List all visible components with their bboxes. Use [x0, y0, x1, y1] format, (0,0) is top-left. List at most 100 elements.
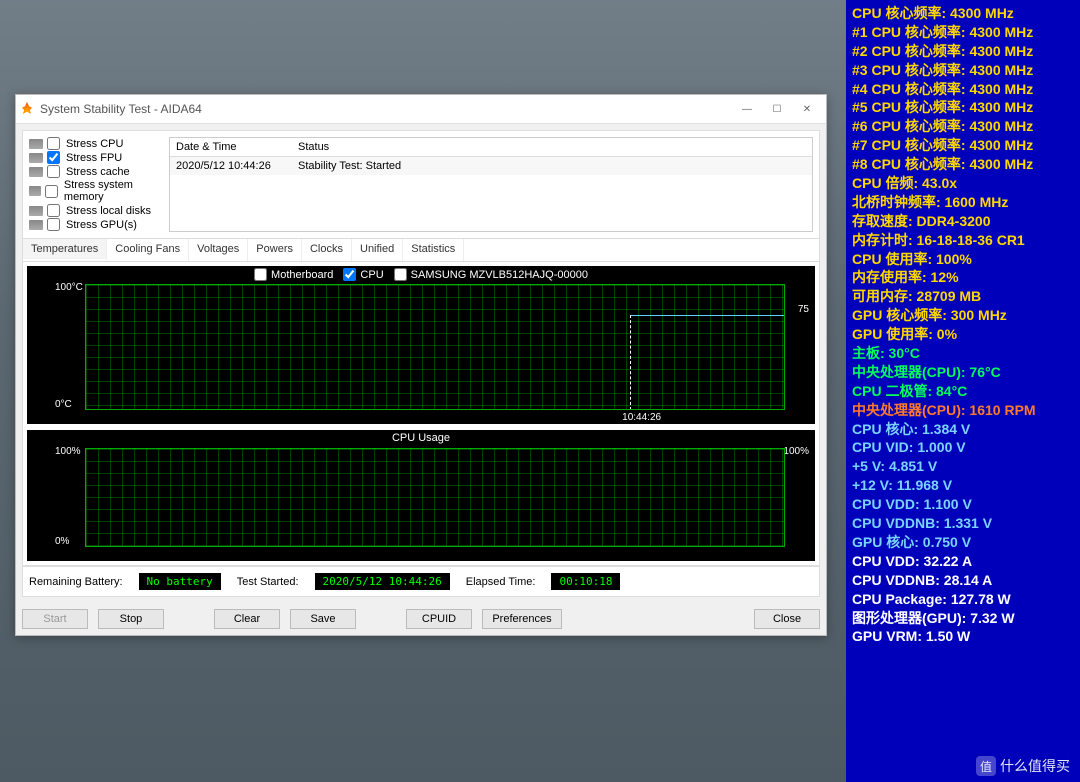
clear-button[interactable]: Clear	[214, 609, 280, 629]
stop-button[interactable]: Stop	[98, 609, 164, 629]
overlay-stat: CPU 二极管: 84°C	[852, 382, 1074, 401]
usage-r-top: 100%	[783, 446, 809, 457]
overlay-stat: 图形处理器(GPU): 7.32 W	[852, 609, 1074, 628]
stress-checkbox[interactable]	[47, 151, 60, 164]
overlay-stat: GPU 核心: 0.750 V	[852, 533, 1074, 552]
stress-checkbox[interactable]	[45, 185, 58, 198]
watermark: 值 什么值得买	[976, 756, 1070, 776]
legend-checkbox[interactable]	[394, 268, 407, 281]
overlay-stat: +12 V: 11.968 V	[852, 476, 1074, 495]
overlay-stat: CPU 使用率: 100%	[852, 250, 1074, 269]
tab-clocks[interactable]: Clocks	[302, 239, 352, 261]
stress-checkbox[interactable]	[47, 165, 60, 178]
overlay-stat: CPU 核心频率: 4300 MHz	[852, 4, 1074, 23]
status-bar: Remaining Battery: No battery Test Start…	[22, 566, 820, 597]
overlay-stat: #1 CPU 核心频率: 4300 MHz	[852, 23, 1074, 42]
elapsed-label: Elapsed Time:	[466, 576, 536, 588]
overlay-stat: +5 V: 4.851 V	[852, 457, 1074, 476]
log-header-status[interactable]: Status	[292, 138, 812, 156]
tab-unified[interactable]: Unified	[352, 239, 403, 261]
cpu-usage-chart: CPU Usage 100% 0% 100%	[27, 430, 815, 561]
legend-item[interactable]: CPU	[343, 268, 383, 281]
close-button[interactable]: Close	[754, 609, 820, 629]
stress-label: Stress GPU(s)	[66, 219, 137, 231]
overlay-stat: 中央处理器(CPU): 1610 RPM	[852, 401, 1074, 420]
temp-y-top: 100°C	[55, 282, 83, 293]
stress-option-5[interactable]: Stress GPU(s)	[29, 218, 159, 231]
started-label: Test Started:	[237, 576, 299, 588]
legend-label: Motherboard	[271, 269, 333, 281]
stress-option-0[interactable]: Stress CPU	[29, 137, 159, 150]
legend-item[interactable]: Motherboard	[254, 268, 333, 281]
stress-option-2[interactable]: Stress cache	[29, 165, 159, 178]
log-table: Date & Time Status 2020/5/12 10:44:26 St…	[169, 137, 813, 232]
overlay-stat: #2 CPU 核心频率: 4300 MHz	[852, 42, 1074, 61]
overlay-stat: 内存计时: 16-18-18-36 CR1	[852, 231, 1074, 250]
overlay-stat: #8 CPU 核心频率: 4300 MHz	[852, 155, 1074, 174]
log-header-date[interactable]: Date & Time	[170, 138, 292, 156]
elapsed-value: 00:10:18	[551, 573, 620, 590]
device-icon	[29, 220, 43, 230]
overlay-stat: CPU 核心: 1.384 V	[852, 420, 1074, 439]
stress-label: Stress cache	[66, 166, 130, 178]
stress-label: Stress FPU	[66, 152, 122, 164]
overlay-stat: 可用内存: 28709 MB	[852, 287, 1074, 306]
stress-checkbox[interactable]	[47, 218, 60, 231]
legend-label: CPU	[360, 269, 383, 281]
temp-y-bot: 0°C	[55, 399, 72, 410]
log-cell-date: 2020/5/12 10:44:26	[170, 157, 292, 175]
aida64-window: System Stability Test - AIDA64 — ☐ ✕ Str…	[15, 94, 827, 636]
usage-chart-title: CPU Usage	[27, 432, 815, 444]
minimize-button[interactable]: —	[732, 98, 762, 120]
stress-label: Stress CPU	[66, 138, 123, 150]
overlay-stat: 存取速度: DDR4-3200	[852, 212, 1074, 231]
tab-powers[interactable]: Powers	[248, 239, 302, 261]
app-icon	[20, 102, 34, 116]
overlay-stat: CPU VID: 1.000 V	[852, 438, 1074, 457]
preferences-button[interactable]: Preferences	[482, 609, 562, 629]
overlay-stat: GPU 核心频率: 300 MHz	[852, 306, 1074, 325]
legend-checkbox[interactable]	[343, 268, 356, 281]
start-button[interactable]: Start	[22, 609, 88, 629]
stress-checkbox[interactable]	[47, 204, 60, 217]
stress-checkbox[interactable]	[47, 137, 60, 150]
titlebar[interactable]: System Stability Test - AIDA64 — ☐ ✕	[16, 95, 826, 124]
tab-statistics[interactable]: Statistics	[403, 239, 464, 261]
overlay-stat: CPU VDDNB: 1.331 V	[852, 514, 1074, 533]
close-window-button[interactable]: ✕	[792, 98, 822, 120]
tab-voltages[interactable]: Voltages	[189, 239, 248, 261]
legend-item[interactable]: SAMSUNG MZVLB512HAJQ-00000	[394, 268, 588, 281]
overlay-stat: 中央处理器(CPU): 76°C	[852, 363, 1074, 382]
overlay-stat: #4 CPU 核心频率: 4300 MHz	[852, 80, 1074, 99]
overlay-stat: #5 CPU 核心频率: 4300 MHz	[852, 98, 1074, 117]
overlay-stat: 主板: 30°C	[852, 344, 1074, 363]
stress-option-1[interactable]: Stress FPU	[29, 151, 159, 164]
button-bar: Start Stop Clear Save CPUID Preferences …	[16, 603, 826, 635]
overlay-stat: CPU VDD: 32.22 A	[852, 552, 1074, 571]
maximize-button[interactable]: ☐	[762, 98, 792, 120]
watermark-text: 什么值得买	[1000, 756, 1070, 776]
log-row[interactable]: 2020/5/12 10:44:26 Stability Test: Start…	[170, 157, 812, 175]
overlay-stat: #6 CPU 核心频率: 4300 MHz	[852, 117, 1074, 136]
legend-checkbox[interactable]	[254, 268, 267, 281]
battery-label: Remaining Battery:	[29, 576, 123, 588]
stress-option-3[interactable]: Stress system memory	[29, 179, 159, 203]
stress-option-4[interactable]: Stress local disks	[29, 204, 159, 217]
overlay-stat: CPU 倍频: 43.0x	[852, 174, 1074, 193]
overlay-stat: 内存使用率: 12%	[852, 268, 1074, 287]
tab-temperatures[interactable]: Temperatures	[23, 239, 107, 261]
battery-value: No battery	[139, 573, 221, 590]
usage-y-bot: 0%	[55, 536, 69, 547]
tab-cooling-fans[interactable]: Cooling Fans	[107, 239, 189, 261]
device-icon	[29, 167, 43, 177]
temp-x-label: 10:44:26	[622, 412, 661, 423]
stress-options: Stress CPU Stress FPU Stress cache Stres…	[29, 137, 159, 232]
device-icon	[29, 139, 43, 149]
overlay-stat: GPU 使用率: 0%	[852, 325, 1074, 344]
stress-label: Stress local disks	[66, 205, 151, 217]
save-button[interactable]: Save	[290, 609, 356, 629]
cpuid-button[interactable]: CPUID	[406, 609, 472, 629]
overlay-stat: #7 CPU 核心频率: 4300 MHz	[852, 136, 1074, 155]
window-title: System Stability Test - AIDA64	[40, 102, 732, 116]
temperature-chart: Motherboard CPU SAMSUNG MZVLB512HAJQ-00000…	[27, 266, 815, 424]
